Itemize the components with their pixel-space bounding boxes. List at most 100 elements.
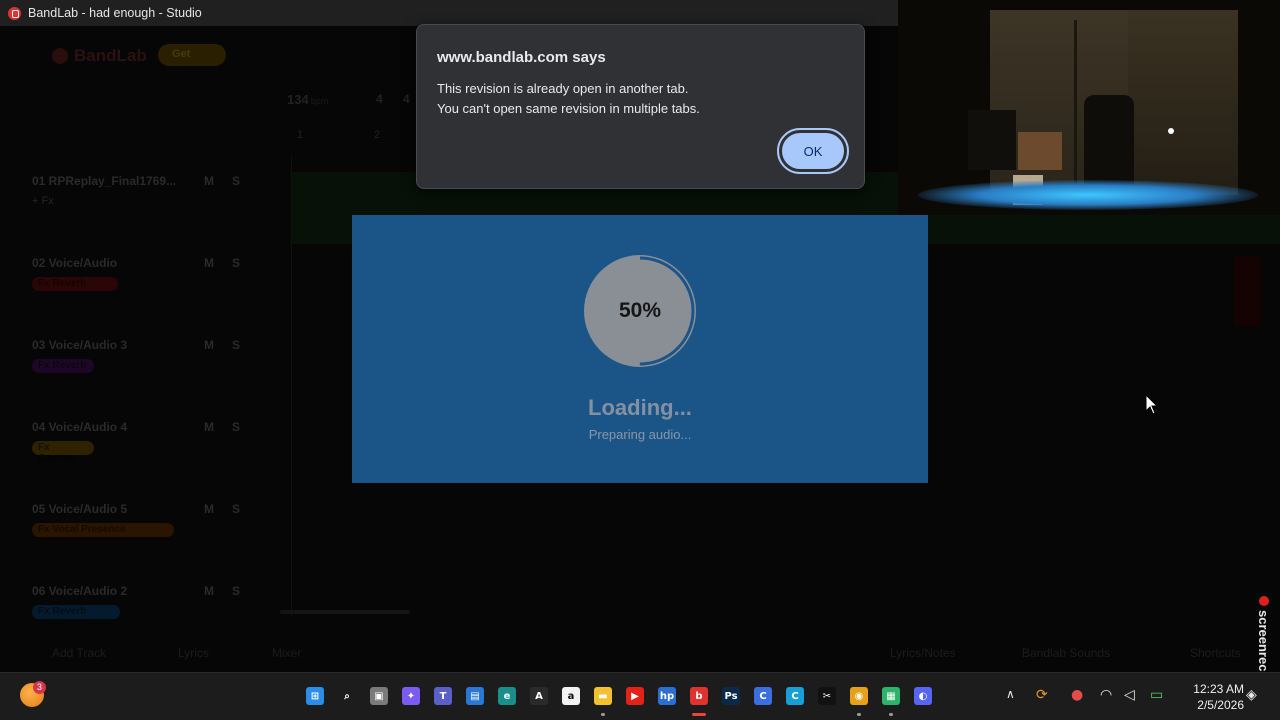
dialog-origin: www.bandlab.com says bbox=[437, 49, 606, 66]
fx-chip[interactable]: Fx Custom bbox=[32, 441, 94, 464]
solo-button[interactable]: S bbox=[232, 256, 258, 270]
bar-number: 2 bbox=[374, 129, 381, 141]
start-icon[interactable]: ⊞ bbox=[306, 687, 324, 705]
get-badge[interactable]: Get bbox=[158, 44, 226, 66]
solo-button[interactable]: S bbox=[232, 338, 258, 352]
track-mute-solo[interactable]: MS bbox=[204, 338, 258, 352]
tempo-unit: bpm bbox=[310, 96, 329, 106]
show-hidden-icons-chevron-icon[interactable]: ∧ bbox=[1006, 687, 1015, 701]
battery-icon[interactable]: ▭ bbox=[1150, 687, 1163, 703]
mouse-cursor-icon bbox=[1145, 394, 1159, 415]
clock-date: 2/5/2026 bbox=[1197, 698, 1244, 712]
window-title: BandLab - had enough - Studio bbox=[28, 6, 202, 20]
bandlab-sounds-button[interactable]: Bandlab Sounds bbox=[1022, 646, 1110, 660]
audio-region[interactable] bbox=[1234, 256, 1260, 326]
fx-chip[interactable]: Fx Reverb bbox=[32, 605, 120, 619]
shortcuts-button[interactable]: Shortcuts bbox=[1190, 646, 1241, 660]
fx-chip[interactable]: Fx Reverb bbox=[32, 359, 94, 373]
track-row[interactable]: 03 Voice/Audio 3 MS Fx Reverb bbox=[32, 338, 282, 373]
tempo-display[interactable]: 134 bpm bbox=[287, 92, 328, 107]
add-track-button[interactable]: Add Track bbox=[52, 646, 106, 660]
screenrec-watermark[interactable]: screenrec bbox=[1254, 594, 1274, 680]
mute-button[interactable]: M bbox=[204, 174, 232, 188]
track-mute-solo[interactable]: MS bbox=[204, 584, 258, 598]
solo-button[interactable]: S bbox=[232, 584, 258, 598]
track-mute-solo[interactable]: MS bbox=[204, 256, 258, 270]
track-row[interactable]: 04 Voice/Audio 4 MS Fx Custom bbox=[32, 420, 282, 466]
bandlab-app-icon bbox=[8, 6, 21, 20]
teams-icon[interactable]: T bbox=[434, 687, 452, 705]
track-mute-solo[interactable]: MS bbox=[204, 174, 258, 188]
photoshop-icon[interactable]: Ps bbox=[722, 687, 740, 705]
notifications-icon[interactable]: ◈ bbox=[1246, 687, 1257, 703]
timeline-scrollbar[interactable] bbox=[280, 610, 410, 614]
lyrics-button[interactable]: Lyrics bbox=[178, 646, 209, 660]
mixer-button[interactable]: Mixer bbox=[272, 646, 301, 660]
fx-chip[interactable]: Fx Vocal Presence bbox=[32, 523, 174, 537]
sync-icon[interactable]: ⟳ bbox=[1036, 687, 1048, 703]
webcam-box bbox=[1018, 132, 1062, 170]
bandlab-logo[interactable]: BandLab bbox=[52, 46, 147, 66]
track-row[interactable]: 06 Voice/Audio 2 MS Fx Reverb bbox=[32, 584, 282, 619]
mute-button[interactable]: M bbox=[204, 502, 232, 516]
loading-modal: 50% Loading... Preparing audio... bbox=[352, 215, 928, 483]
volume-icon[interactable]: ◁ bbox=[1124, 687, 1135, 703]
solo-button[interactable]: S bbox=[232, 502, 258, 516]
running-indicator bbox=[601, 713, 605, 716]
clock-time: 12:23 AM bbox=[1193, 682, 1244, 696]
task-view-icon[interactable]: ▣ bbox=[370, 687, 388, 705]
wifi-icon[interactable]: ◠ bbox=[1100, 687, 1112, 703]
loading-title: Loading... bbox=[588, 395, 692, 420]
record-icon bbox=[1259, 596, 1269, 606]
mute-button[interactable]: M bbox=[204, 256, 232, 270]
webcam-led-glow bbox=[918, 180, 1258, 210]
track-mute-solo[interactable]: MS bbox=[204, 502, 258, 516]
running-indicator bbox=[692, 713, 706, 716]
search-icon[interactable]: ⌕ bbox=[338, 687, 356, 705]
studio-bottom-bar: Add Track Lyrics Mixer Lyrics/Notes Band… bbox=[0, 636, 1280, 672]
capcut-icon[interactable]: ✂ bbox=[818, 687, 836, 705]
add-fx-button[interactable]: + Fx bbox=[32, 195, 282, 207]
windows-taskbar: 3 ⊞ ⌕ ▣ ✦ T ▤ e Aa ▬ ▶ hp b Ps C C ✂ ◉ ▦ ◐ ∧ ⟳ ● ◠ ◁ ▭ 12:… bbox=[0, 672, 1280, 720]
time-signature-bottom[interactable]: 4 bbox=[403, 92, 410, 106]
tempo-value: 134 bbox=[287, 92, 309, 107]
webcam-chair bbox=[968, 110, 1016, 170]
chrome-icon[interactable]: ◉ bbox=[850, 687, 868, 705]
mute-button[interactable]: M bbox=[204, 420, 232, 434]
track-row[interactable]: 05 Voice/Audio 5 MS Fx Vocal Presence bbox=[32, 502, 282, 537]
browser-alert-dialog: www.bandlab.com says This revision is al… bbox=[416, 24, 865, 189]
bar-number: 1 bbox=[297, 129, 304, 141]
solo-button[interactable]: S bbox=[232, 420, 258, 434]
discord-icon[interactable]: ◐ bbox=[914, 687, 932, 705]
solo-button[interactable]: S bbox=[232, 174, 258, 188]
mute-button[interactable]: M bbox=[204, 338, 232, 352]
fx-chip[interactable]: Fx Reverb bbox=[32, 277, 118, 291]
track-row[interactable]: 01 RPReplay_Final1769... MS + Fx bbox=[32, 174, 282, 207]
android-icon[interactable]: ▦ bbox=[882, 687, 900, 705]
store-icon[interactable]: ▤ bbox=[466, 687, 484, 705]
time-signature-top[interactable]: 4 bbox=[376, 92, 383, 106]
bandlab-logo-icon bbox=[52, 48, 68, 64]
running-indicator bbox=[857, 713, 861, 716]
microphone-icon[interactable]: ● bbox=[1071, 687, 1083, 703]
bandlab-icon[interactable]: b bbox=[690, 687, 708, 705]
affinity-icon[interactable]: A bbox=[530, 687, 548, 705]
copilot-icon[interactable]: ✦ bbox=[402, 687, 420, 705]
edge-icon[interactable]: e bbox=[498, 687, 516, 705]
loading-percent: 50% bbox=[618, 299, 662, 322]
weather-badge: 3 bbox=[33, 681, 46, 694]
canva-alt-icon[interactable]: C bbox=[786, 687, 804, 705]
amazon-icon[interactable]: a bbox=[562, 687, 580, 705]
lyrics-notes-button[interactable]: Lyrics/Notes bbox=[890, 646, 956, 660]
window-titlebar: BandLab - had enough - Studio bbox=[0, 0, 898, 26]
file-explorer-icon[interactable]: ▬ bbox=[594, 687, 612, 705]
ok-button[interactable]: OK bbox=[777, 128, 849, 174]
track-row[interactable]: 02 Voice/Audio MS Fx Reverb bbox=[32, 256, 282, 291]
taskbar-clock[interactable]: 12:23 AM 2/5/2026 bbox=[1178, 681, 1244, 713]
dialog-message: This revision is already open in another… bbox=[437, 79, 700, 119]
canva-icon[interactable]: C bbox=[754, 687, 772, 705]
hp-icon[interactable]: hp bbox=[658, 687, 676, 705]
youtube-icon[interactable]: ▶ bbox=[626, 687, 644, 705]
track-mute-solo[interactable]: MS bbox=[204, 420, 258, 434]
mute-button[interactable]: M bbox=[204, 584, 232, 598]
